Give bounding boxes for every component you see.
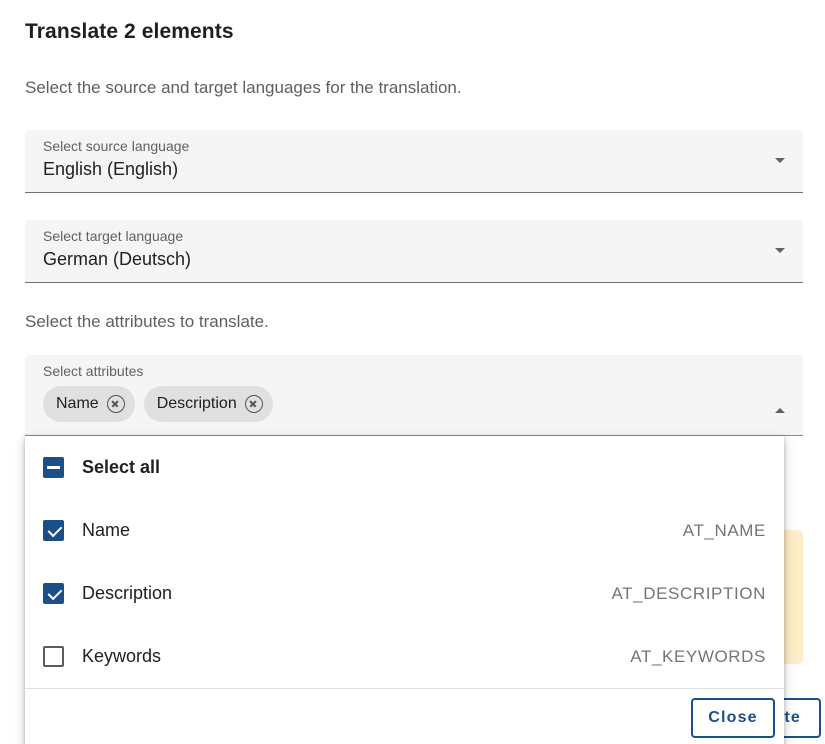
chip-label: Name (56, 395, 99, 412)
dialog-title: Translate 2 elements (25, 20, 234, 43)
attributes-instructions: Select the attributes to translate. (25, 312, 269, 331)
target-language-value: German (Deutsch) (43, 249, 192, 269)
caret-up-icon (775, 408, 785, 413)
chip-description[interactable]: Description (143, 386, 273, 422)
close-button[interactable]: Close (691, 698, 775, 738)
caret-down-icon (775, 158, 785, 163)
attributes-dropdown-panel: Select all Name AT_NAME Description AT_D… (25, 436, 784, 744)
chip-name[interactable]: Name (43, 386, 135, 422)
unchecked-checkbox-icon[interactable] (43, 646, 64, 667)
chip-label: Description (156, 395, 237, 412)
circle-x-icon[interactable] (106, 395, 125, 413)
option-label: Select all (82, 457, 161, 477)
option-select-all[interactable]: Select all (25, 436, 784, 499)
attributes-select[interactable]: Select attributes Name Description (25, 355, 803, 436)
option-description[interactable]: Description AT_DESCRIPTION (25, 562, 784, 625)
circle-x-icon[interactable] (244, 395, 263, 413)
dropdown-divider (25, 688, 784, 689)
source-language-label: Select source language (43, 138, 190, 154)
option-label: Name (82, 520, 131, 540)
indeterminate-checkbox-icon[interactable] (43, 457, 64, 478)
checked-checkbox-icon[interactable] (43, 583, 64, 604)
selected-attribute-chips: Name Description (43, 386, 273, 422)
option-name[interactable]: Name AT_NAME (25, 499, 784, 562)
option-code: AT_NAME (682, 520, 766, 540)
source-language-select[interactable]: Select source language English (English) (25, 130, 803, 193)
target-language-label: Select target language (43, 228, 184, 244)
option-code: AT_DESCRIPTION (611, 583, 766, 603)
language-instructions: Select the source and target languages f… (25, 78, 462, 97)
option-code: AT_KEYWORDS (630, 646, 766, 666)
option-label: Description (82, 583, 173, 603)
caret-down-icon (775, 248, 785, 253)
translate-dialog: Translate 2 elements Select the source a… (0, 0, 825, 744)
option-label: Keywords (82, 646, 162, 666)
option-keywords[interactable]: Keywords AT_KEYWORDS (25, 625, 784, 688)
checked-checkbox-icon[interactable] (43, 520, 64, 541)
target-language-select[interactable]: Select target language German (Deutsch) (25, 220, 803, 283)
source-language-value: English (English) (43, 159, 179, 179)
attributes-label: Select attributes (43, 363, 144, 379)
